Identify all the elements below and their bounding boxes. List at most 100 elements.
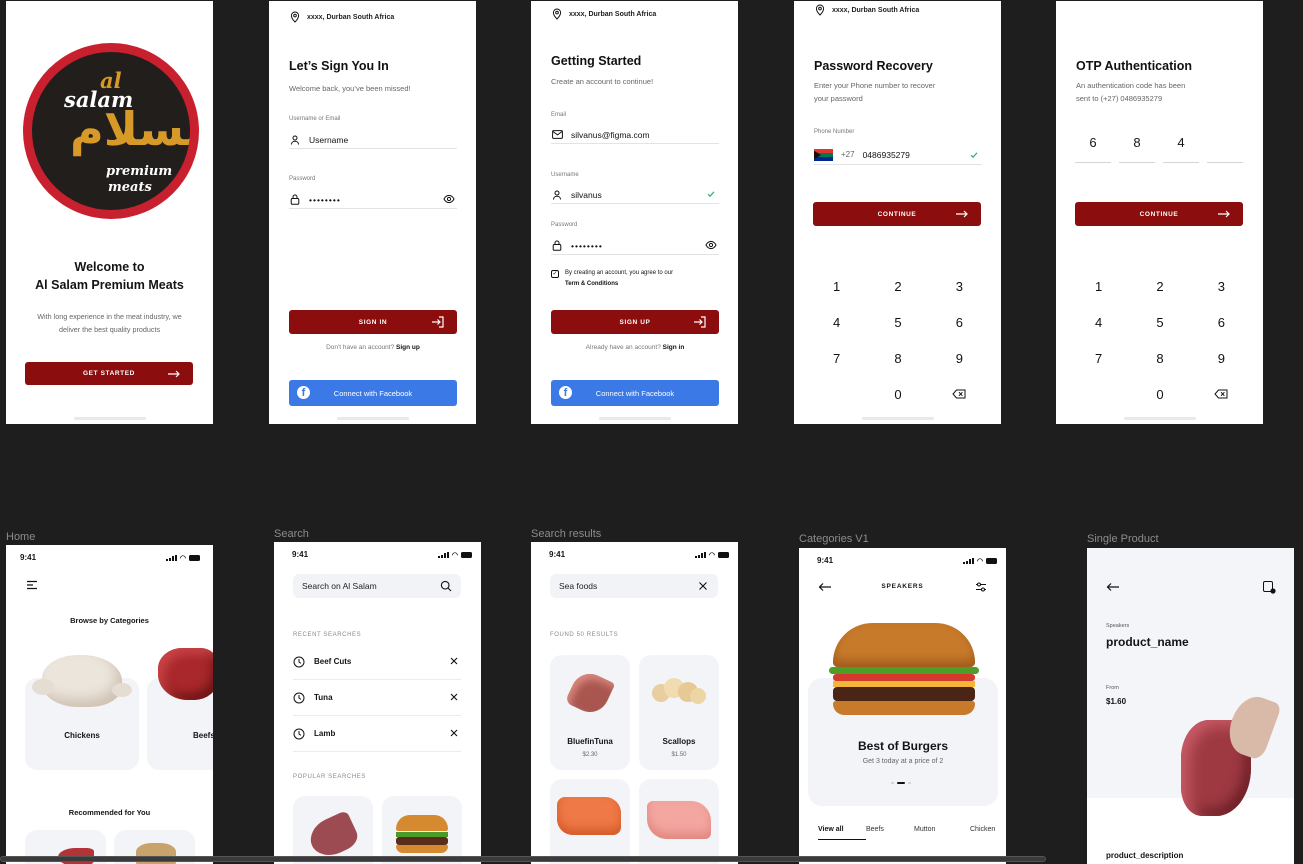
location-pin-icon: [815, 4, 825, 16]
password-label: Password: [551, 222, 578, 228]
key-1[interactable]: 1: [806, 277, 867, 295]
tab-chicken[interactable]: Chicken: [970, 826, 1006, 840]
cart-icon[interactable]: [1262, 580, 1276, 594]
location-bar[interactable]: xxxx, Durban South Africa: [551, 8, 656, 20]
close-icon[interactable]: [449, 728, 459, 738]
username-field[interactable]: silvanus: [551, 186, 719, 204]
sign-in-button[interactable]: SIGN IN: [289, 310, 457, 334]
tab-beefs[interactable]: Beefs: [866, 826, 914, 840]
email-field[interactable]: silvanus@figma.com: [551, 126, 719, 144]
username-field[interactable]: Username: [289, 131, 457, 149]
tab-mutton[interactable]: Mutton: [914, 826, 970, 840]
otp-digit[interactable]: 4: [1163, 135, 1199, 163]
terms-agreement[interactable]: ✓ By creating an account, you agree to o…: [551, 268, 673, 290]
product-category: Speakers: [1106, 623, 1130, 629]
location-bar[interactable]: xxxx, Durban South Africa: [814, 4, 919, 16]
key-0[interactable]: 0: [1129, 385, 1190, 403]
backspace-icon[interactable]: [929, 385, 990, 403]
facebook-icon: f: [559, 386, 572, 399]
close-icon[interactable]: [449, 656, 459, 666]
phone-field[interactable]: +27 0486935279: [814, 145, 982, 165]
sign-up-link[interactable]: Sign up: [396, 344, 420, 351]
welcome-description: With long experience in the meat industr…: [37, 312, 182, 334]
key-5[interactable]: 5: [867, 313, 928, 331]
frame-label-home: Home: [6, 531, 36, 543]
recent-search-item[interactable]: Beef Cuts: [293, 644, 461, 680]
key-4[interactable]: 4: [806, 313, 867, 331]
username-label: Username: [551, 172, 579, 178]
key-6[interactable]: 6: [1191, 313, 1252, 331]
result-card[interactable]: BluefinTuna $2.30: [550, 655, 630, 770]
location-bar[interactable]: xxxx, Durban South Africa: [289, 11, 394, 23]
key-8[interactable]: 8: [867, 349, 928, 367]
clear-icon[interactable]: [697, 580, 709, 592]
recent-search-item[interactable]: Lamb: [293, 716, 461, 752]
menu-icon[interactable]: [26, 580, 38, 590]
key-7[interactable]: 7: [806, 349, 867, 367]
terms-checkbox[interactable]: ✓: [551, 270, 559, 278]
key-6[interactable]: 6: [929, 313, 990, 331]
status-bar: 9:41 ◠: [20, 553, 200, 562]
eye-icon[interactable]: [705, 239, 717, 251]
south-africa-flag-icon[interactable]: [814, 148, 833, 161]
key-4[interactable]: 4: [1068, 313, 1129, 331]
history-icon: [293, 728, 305, 739]
facebook-connect-button[interactable]: f Connect with Facebook: [551, 380, 719, 406]
key-0[interactable]: 0: [867, 385, 928, 403]
tab-view-all[interactable]: View all: [818, 826, 866, 840]
get-started-button[interactable]: GET STARTED: [25, 362, 193, 385]
search-screen: 9:41 ◠ Search on Al Salam RECENT SEARCHE…: [274, 542, 481, 864]
continue-button[interactable]: CONTINUE: [1075, 202, 1243, 226]
search-input[interactable]: Search on Al Salam: [293, 574, 461, 598]
search-input[interactable]: Sea foods: [550, 574, 718, 598]
key-8[interactable]: 8: [1129, 349, 1190, 367]
home-indicator: [862, 417, 934, 420]
result-card[interactable]: Scallops $1.50: [639, 655, 719, 770]
arrow-right-icon: [1218, 210, 1230, 218]
key-7[interactable]: 7: [1068, 349, 1129, 367]
sign-in-link[interactable]: Sign in: [663, 344, 685, 351]
recent-search-item[interactable]: Tuna: [293, 680, 461, 716]
key-9[interactable]: 9: [929, 349, 990, 367]
eye-icon[interactable]: [443, 193, 455, 205]
otp-digit[interactable]: 6: [1075, 135, 1111, 163]
key-3[interactable]: 3: [929, 277, 990, 295]
battery-icon: [461, 551, 472, 558]
key-3[interactable]: 3: [1191, 277, 1252, 295]
key-2[interactable]: 2: [867, 277, 928, 295]
page-title: Let’s Sign You In: [289, 59, 389, 73]
browse-categories-heading: Browse by Categories: [70, 616, 149, 625]
signal-icon: [437, 551, 449, 558]
password-field[interactable]: ••••••••: [551, 237, 719, 255]
facebook-connect-button[interactable]: f Connect with Facebook: [289, 380, 457, 406]
terms-link[interactable]: Term & Conditions: [565, 279, 673, 290]
canvas-horizontal-scrollbar[interactable]: [0, 856, 1046, 862]
battery-icon: [986, 557, 997, 564]
continue-button[interactable]: CONTINUE: [813, 202, 981, 226]
key-1[interactable]: 1: [1068, 277, 1129, 295]
fish-fillet-image: [647, 801, 711, 839]
password-recovery-screen: xxxx, Durban South Africa Password Recov…: [794, 1, 1001, 424]
results-count: FOUND 50 RESULTS: [550, 632, 619, 638]
key-2[interactable]: 2: [1129, 277, 1190, 295]
search-results-screen: 9:41 ◠ Sea foods FOUND 50 RESULTS Bluefi…: [531, 542, 738, 864]
password-field[interactable]: ••••••••: [289, 191, 457, 209]
lock-icon: [551, 240, 563, 252]
backspace-icon[interactable]: [1191, 385, 1252, 403]
frame-label-categories: Categories V1: [799, 533, 869, 545]
filter-icon[interactable]: [975, 581, 987, 593]
key-5[interactable]: 5: [1129, 313, 1190, 331]
close-icon[interactable]: [449, 692, 459, 702]
search-icon[interactable]: [440, 580, 452, 592]
back-arrow-icon[interactable]: [1106, 582, 1120, 592]
price-label: From: [1106, 685, 1119, 691]
key-empty: [806, 385, 867, 403]
otp-digit[interactable]: [1207, 135, 1243, 163]
key-9[interactable]: 9: [1191, 349, 1252, 367]
otp-digit[interactable]: 8: [1119, 135, 1155, 163]
burger-image: [396, 815, 448, 857]
home-indicator: [1124, 417, 1196, 420]
facebook-icon: f: [297, 386, 310, 399]
page-title: OTP Authentication: [1076, 59, 1192, 73]
sign-up-button[interactable]: SIGN UP: [551, 310, 719, 334]
